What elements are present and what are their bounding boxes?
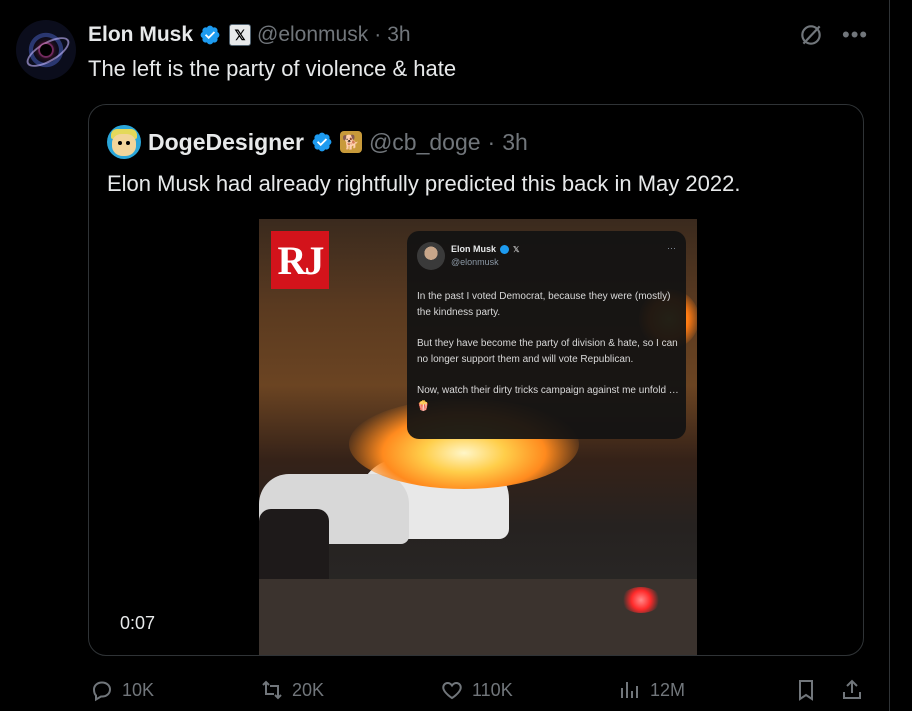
- tweet-top-actions: •••: [798, 22, 868, 48]
- bookmark-icon: [799, 680, 813, 701]
- embedded-paragraph: In the past I voted Democrat, because th…: [417, 291, 671, 318]
- verified-badge-icon[interactable]: [311, 131, 333, 153]
- column-divider: [889, 0, 890, 711]
- x-logo-icon: 𝕏: [513, 244, 520, 254]
- share-button[interactable]: [840, 678, 864, 702]
- share-icon: [843, 679, 861, 699]
- quoted-author-name[interactable]: DogeDesigner: [148, 129, 304, 156]
- reply-count: 10K: [122, 679, 155, 700]
- avatar-doge-graphic: [112, 134, 136, 156]
- more-icon: ···: [667, 243, 676, 253]
- embedded-avatar: [417, 242, 445, 270]
- author-name[interactable]: Elon Musk: [88, 23, 193, 47]
- quoted-timestamp[interactable]: 3h: [502, 129, 528, 156]
- bookmark-button[interactable]: [794, 678, 818, 702]
- header-separator: ·: [374, 23, 382, 46]
- embedded-tweet-body: In the past I voted Democrat, because th…: [417, 289, 679, 430]
- more-icon[interactable]: •••: [842, 24, 868, 46]
- like-count: 110K: [472, 679, 513, 700]
- quoted-header-separator: ·: [487, 128, 496, 155]
- grok-icon[interactable]: [798, 22, 824, 48]
- x-affiliation-icon[interactable]: 𝕏: [229, 24, 252, 46]
- view-count: 12M: [650, 679, 686, 700]
- embedded-tweet-overlay: Elon Musk 𝕏 @elonmusk ··· In the past I …: [407, 231, 686, 439]
- avatar[interactable]: [16, 20, 76, 80]
- avatar-core-graphic: [40, 44, 52, 56]
- quoted-tweet[interactable]: DogeDesigner 🐕 @cb_doge · 3h Elon Musk h…: [88, 104, 864, 656]
- views-icon: [621, 682, 638, 698]
- avatar-eye-graphic: [118, 141, 122, 145]
- tweet-header: Elon Musk 𝕏 @elonmusk · 3h: [88, 20, 411, 50]
- video-taillight-graphic: [621, 587, 661, 613]
- doge-affiliation-icon[interactable]: 🐕: [339, 131, 362, 153]
- quoted-tweet-header: DogeDesigner 🐕 @cb_doge · 3h: [107, 125, 528, 159]
- repost-count: 20K: [292, 679, 325, 700]
- repost-icon: [262, 680, 282, 700]
- quoted-tweet-text: Elon Musk had already rightfully predict…: [107, 171, 741, 196]
- reply-icon: [92, 681, 112, 702]
- views-button[interactable]: 12M: [618, 678, 685, 702]
- video-duration: 0:07: [120, 613, 156, 633]
- tweet-actions: 10K 20K 110K 12M: [88, 678, 866, 704]
- like-button[interactable]: 110K: [440, 678, 513, 702]
- embedded-author-name: Elon Musk: [451, 244, 497, 254]
- video-player[interactable]: RJ Elon Musk 𝕏 @elonmusk ··· In the past…: [259, 219, 697, 655]
- rj-logo: RJ: [271, 231, 329, 289]
- author-handle[interactable]: @elonmusk: [257, 23, 368, 47]
- embedded-author-handle: @elonmusk: [451, 257, 499, 267]
- quoted-avatar[interactable]: [107, 125, 141, 159]
- embedded-paragraph: Now, watch their dirty tricks campaign a…: [417, 385, 679, 412]
- repost-button[interactable]: 20K: [260, 678, 324, 702]
- embedded-author-row: Elon Musk 𝕏: [451, 244, 519, 254]
- reply-button[interactable]: 10K: [90, 678, 154, 702]
- quoted-author-handle[interactable]: @cb_doge: [369, 129, 481, 156]
- verified-badge-icon[interactable]: [199, 24, 221, 46]
- avatar-eye-graphic: [126, 141, 130, 145]
- tweet-text: The left is the party of violence & hate: [88, 56, 457, 81]
- heart-icon: [442, 681, 462, 700]
- embedded-paragraph: But they have become the party of divisi…: [417, 338, 678, 365]
- verified-badge-icon: [500, 244, 510, 254]
- tweet-timestamp[interactable]: 3h: [387, 23, 410, 47]
